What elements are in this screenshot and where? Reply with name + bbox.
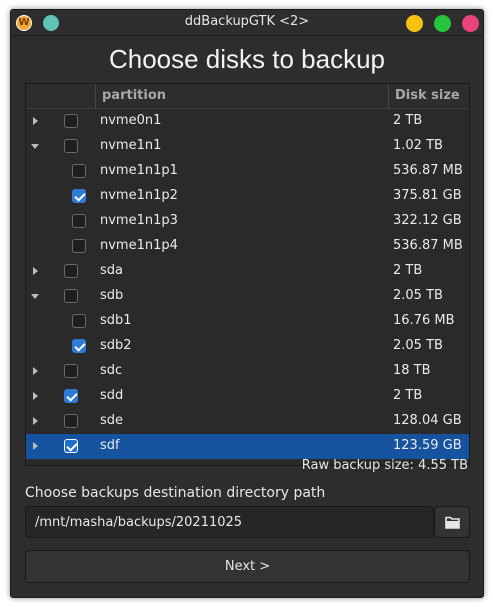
tree-row[interactable]: sdb1 16.76 MB [26, 309, 469, 334]
partition-name: nvme1n1p1 [100, 163, 178, 178]
app-window: W ddBackupGTK <2> Choose disks to backup… [10, 9, 484, 598]
tree-row[interactable]: sde 128.04 GB [26, 409, 469, 434]
browse-folder-button[interactable] [434, 506, 470, 538]
row-checkbox[interactable] [72, 239, 86, 253]
tree-row[interactable]: sdb 2.05 TB [26, 284, 469, 309]
partition-name: sdc [100, 363, 123, 378]
expander-closed-icon[interactable] [33, 417, 38, 425]
tree-row[interactable]: sdc 18 TB [26, 359, 469, 384]
partition-name: nvme1n1p3 [100, 213, 178, 228]
disk-size: 2.05 TB [393, 338, 443, 353]
disk-size: 128.04 GB [393, 413, 462, 428]
minimize-button[interactable] [406, 15, 423, 32]
expander-open-icon[interactable] [31, 144, 39, 149]
disk-size: 2 TB [393, 388, 423, 403]
column-header-disk-size[interactable]: Disk size [395, 88, 460, 103]
disk-size: 1.02 TB [393, 138, 443, 153]
disk-size: 2 TB [393, 113, 423, 128]
row-checkbox[interactable] [72, 164, 86, 178]
row-checkbox[interactable] [64, 414, 78, 428]
tree-row[interactable]: sdb2 2.05 TB [26, 334, 469, 359]
partition-name: nvme1n1p2 [100, 188, 178, 203]
close-button[interactable] [462, 15, 479, 32]
destination-label: Choose backups destination directory pat… [25, 485, 326, 501]
disk-size: 2.05 TB [393, 288, 443, 303]
partition-name: sdf [100, 438, 120, 453]
disk-size: 2 TB [393, 263, 423, 278]
partition-name: sdd [100, 388, 124, 403]
tree-row[interactable]: nvme1n1p4 536.87 MB [26, 234, 469, 259]
row-checkbox[interactable] [72, 339, 86, 353]
disk-size: 536.87 MB [393, 163, 463, 178]
tree-header: partition Disk size [26, 84, 469, 109]
column-divider[interactable] [95, 84, 96, 109]
tree-row[interactable]: nvme1n1p3 322.12 GB [26, 209, 469, 234]
title-bar[interactable]: W ddBackupGTK <2> [11, 10, 483, 36]
expander-closed-icon[interactable] [33, 367, 38, 375]
row-checkbox[interactable] [64, 289, 78, 303]
next-button[interactable]: Next > [25, 550, 470, 583]
row-checkbox[interactable] [64, 364, 78, 378]
expander-open-icon[interactable] [31, 294, 39, 299]
disk-size: 536.87 MB [393, 238, 463, 253]
disk-size: 123.59 GB [393, 438, 462, 453]
tree-row[interactable]: sdd 2 TB [26, 384, 469, 409]
partition-name: sdb1 [100, 313, 132, 328]
expander-closed-icon[interactable] [33, 392, 38, 400]
tree-row[interactable]: nvme1n1p1 536.87 MB [26, 159, 469, 184]
partition-name: nvme1n1 [100, 138, 162, 153]
raw-backup-size: Raw backup size: 4.55 TB [301, 458, 468, 473]
row-checkbox[interactable] [64, 389, 78, 403]
disk-size: 18 TB [393, 363, 431, 378]
partition-name: sde [100, 413, 124, 428]
page-title: Choose disks to backup [108, 44, 386, 74]
partition-name: sda [100, 263, 123, 278]
disk-size: 322.12 GB [393, 213, 462, 228]
partition-name: nvme1n1p4 [100, 238, 178, 253]
tree-row[interactable]: nvme1n1 1.02 TB [26, 134, 469, 159]
destination-path-input[interactable]: /mnt/masha/backups/20211025 [25, 506, 434, 538]
tree-row[interactable]: sdf 123.59 GB [26, 434, 469, 459]
tree-row[interactable]: nvme1n1p2 375.81 GB [26, 184, 469, 209]
tree-row[interactable]: nvme0n1 2 TB [26, 109, 469, 134]
row-checkbox[interactable] [72, 314, 86, 328]
partition-name: sdb2 [100, 338, 132, 353]
expander-closed-icon[interactable] [33, 442, 38, 450]
disk-size: 375.81 GB [393, 188, 462, 203]
row-checkbox[interactable] [72, 189, 86, 203]
row-checkbox[interactable] [64, 439, 78, 453]
row-checkbox[interactable] [64, 264, 78, 278]
column-divider[interactable] [388, 84, 389, 109]
row-checkbox[interactable] [72, 214, 86, 228]
maximize-button[interactable] [434, 15, 451, 32]
tree-row[interactable]: sda 2 TB [26, 259, 469, 284]
column-header-partition[interactable]: partition [102, 88, 166, 103]
disk-tree-view[interactable]: partition Disk size nvme0n1 2 TB nvme1n1 1.… [25, 83, 470, 466]
row-checkbox[interactable] [64, 139, 78, 153]
partition-name: sdb [100, 288, 124, 303]
disk-size: 16.76 MB [393, 313, 455, 328]
folder-icon [445, 516, 460, 529]
tree-rows: nvme0n1 2 TB nvme1n1 1.02 TB nvme1n1p1 536.87… [26, 109, 469, 459]
expander-closed-icon[interactable] [33, 267, 38, 275]
expander-closed-icon[interactable] [33, 117, 38, 125]
partition-name: nvme0n1 [100, 113, 162, 128]
row-checkbox[interactable] [64, 114, 78, 128]
